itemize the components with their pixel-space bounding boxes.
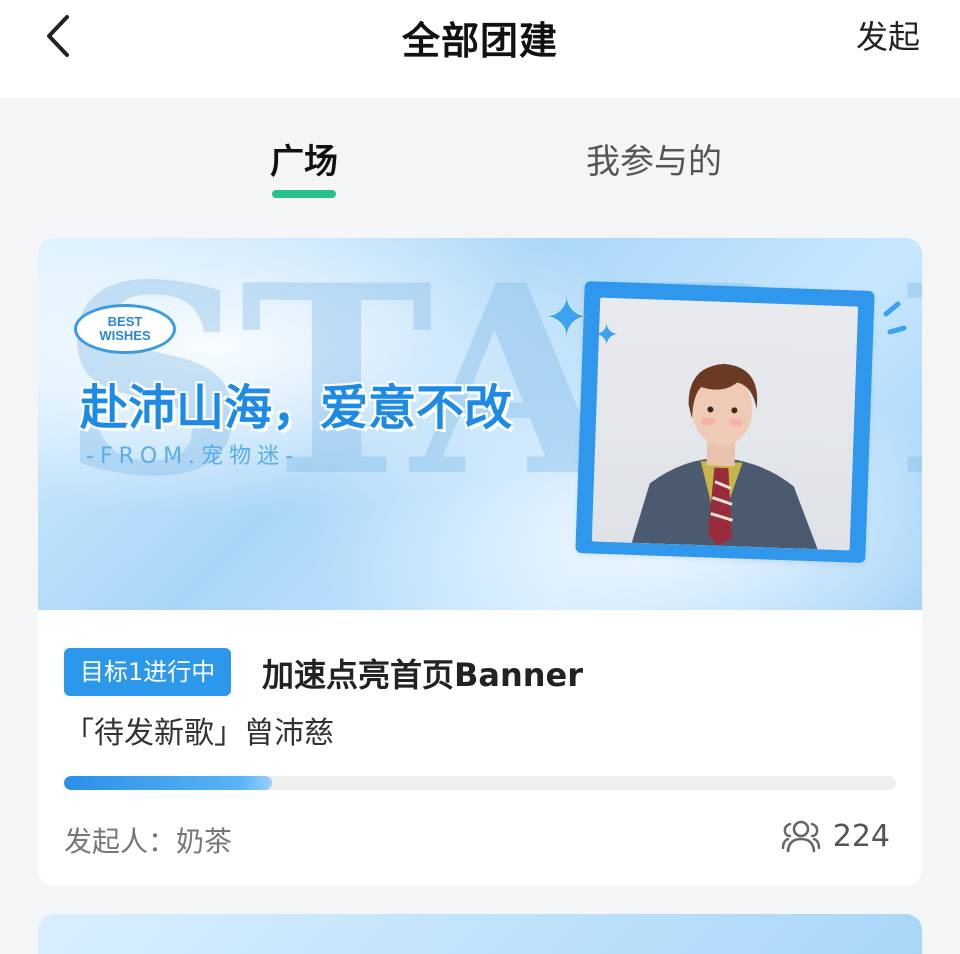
sparkle-icon: ✦: [544, 286, 590, 349]
active-tab-indicator: [272, 190, 336, 198]
song-subtitle: 「待发新歌」曾沛慈: [64, 716, 334, 751]
tab-joined[interactable]: 我参与的: [586, 134, 722, 183]
initiator-label: 发起人：奶茶: [64, 825, 233, 858]
best-wishes-text: BEST WISHES: [99, 314, 151, 343]
accent-dashes-icon: [883, 301, 907, 335]
users-icon: [781, 820, 820, 853]
artist-illustration: [631, 363, 818, 550]
banner-from-line: -FROM.宠物迷-: [86, 444, 300, 469]
banner-image: STAR DR BESTWISHES 赴沛山海，爱意不改 -FROM.宠物迷-: [38, 238, 922, 610]
tab-bar: 广场 我参与的: [0, 98, 960, 228]
best-wishes-badge: BEST WISHES: [74, 304, 176, 354]
top-bar: 全部团建 发起: [0, 0, 960, 98]
photo-frame: [575, 281, 875, 563]
task-title: 加速点亮首页Banner: [262, 656, 584, 694]
participants-count: 224: [832, 818, 890, 854]
participants-info: 224: [779, 818, 890, 854]
launch-button[interactable]: 发起: [856, 12, 920, 58]
small-sparkle-icon: ✦: [594, 318, 620, 353]
banner-slogan: 赴沛山海，爱意不改: [80, 380, 513, 436]
page-title: 全部团建: [401, 19, 558, 63]
progress-fill: [64, 776, 272, 790]
status-badge: 目标1进行中: [64, 648, 232, 696]
team-building-card[interactable]: STAR DR BESTWISHES 赴沛山海，爱意不改 -FROM.宠物迷-: [38, 238, 922, 886]
progress-bar: [64, 776, 896, 790]
artist-photo: [591, 297, 859, 551]
tab-plaza[interactable]: 广场: [270, 134, 338, 183]
next-card-preview[interactable]: [38, 914, 922, 954]
